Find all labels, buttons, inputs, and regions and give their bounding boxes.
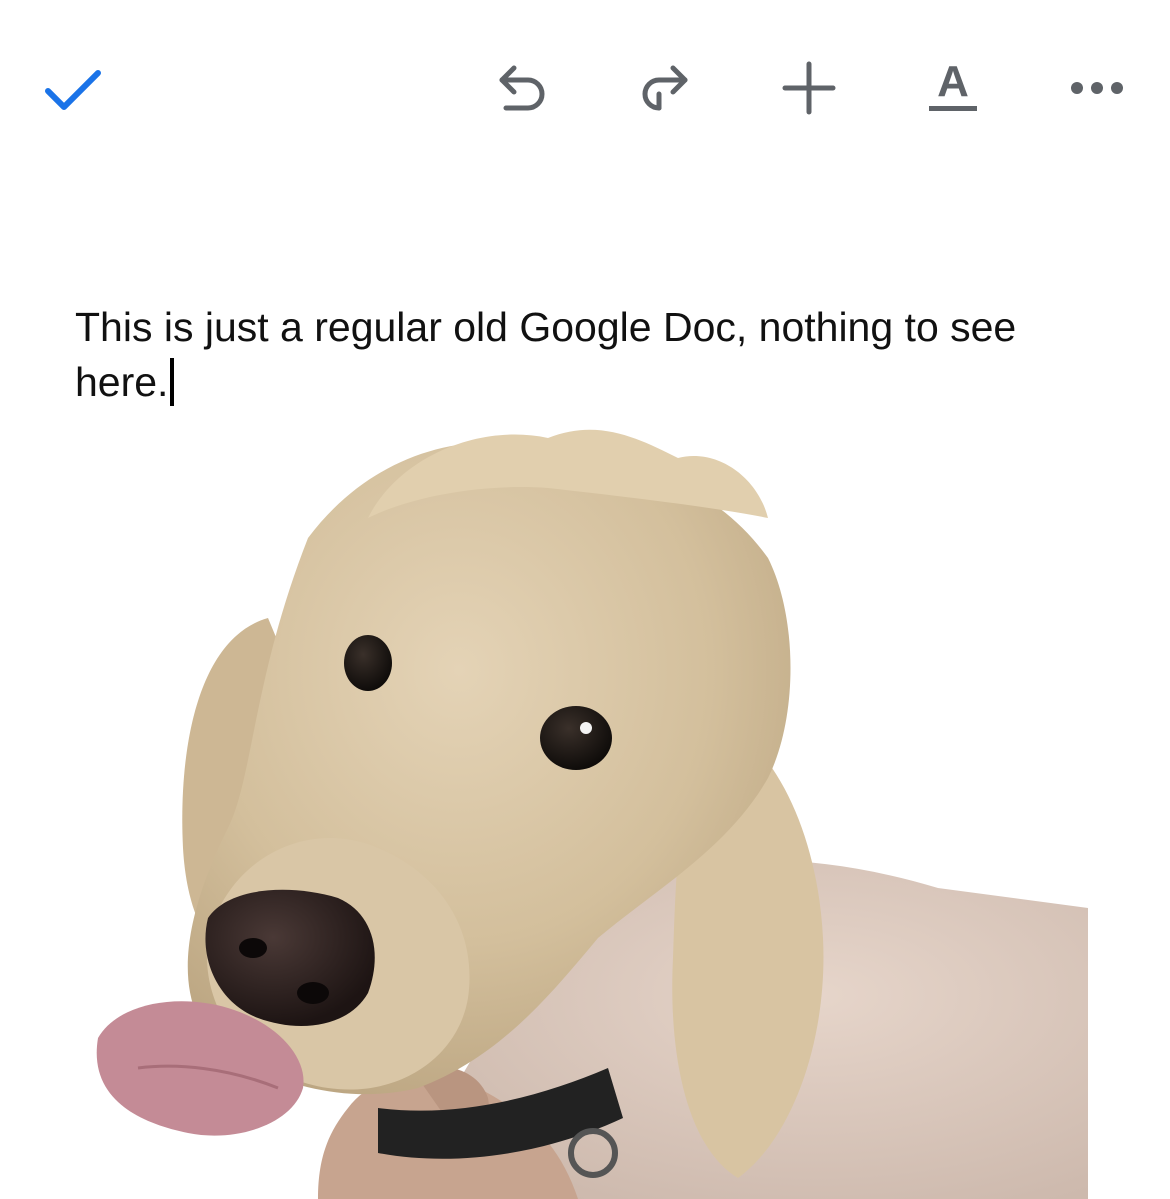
more-options-button[interactable] [1057, 48, 1137, 128]
document-paragraph[interactable]: This is just a regular old Google Doc, n… [75, 300, 1055, 410]
checkmark-icon [45, 70, 101, 110]
done-button[interactable] [32, 50, 112, 130]
svg-text:A: A [937, 57, 969, 106]
inline-image[interactable] [78, 418, 1090, 1199]
undo-icon [499, 65, 545, 111]
more-horizontal-icon [1071, 82, 1123, 94]
text-cursor [170, 358, 175, 406]
redo-icon [642, 65, 688, 111]
redo-button[interactable] [625, 48, 705, 128]
document-body[interactable]: This is just a regular old Google Doc, n… [75, 300, 1055, 410]
paragraph-text: This is just a regular old Google Doc, n… [75, 304, 1017, 405]
plus-icon [782, 61, 836, 115]
poodle-image [96, 429, 1088, 1199]
undo-button[interactable] [482, 48, 562, 128]
editor-toolbar: A [0, 0, 1170, 180]
text-format-button[interactable]: A [913, 48, 993, 128]
text-format-icon: A [929, 57, 977, 111]
insert-button[interactable] [769, 48, 849, 128]
